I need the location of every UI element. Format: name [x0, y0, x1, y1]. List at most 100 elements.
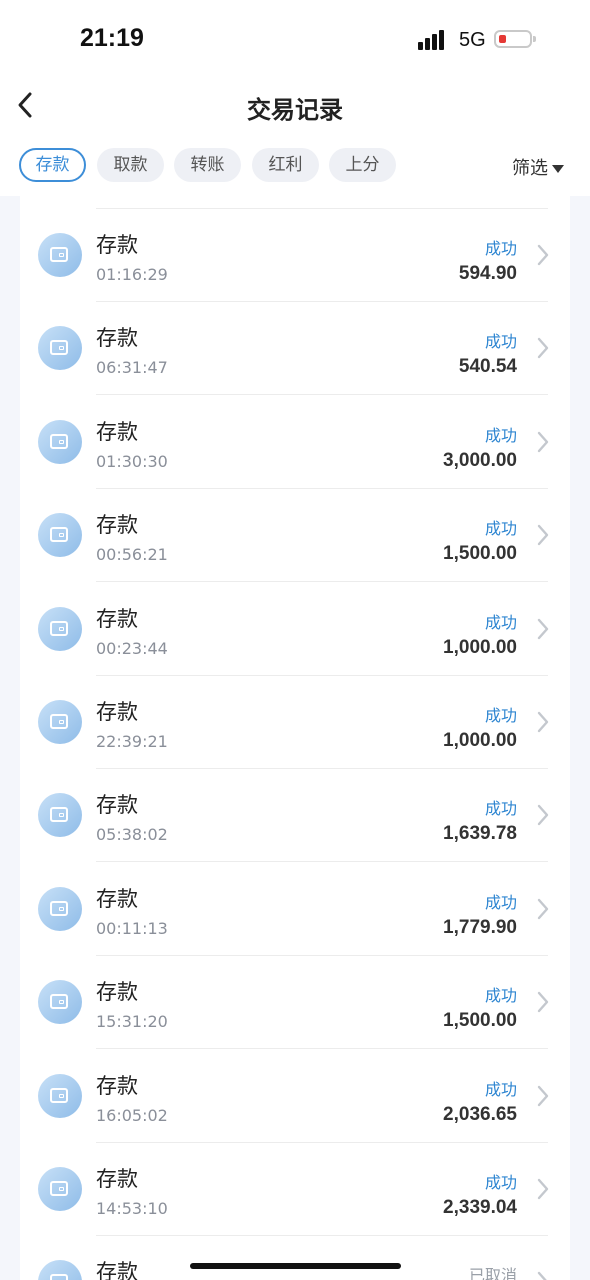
transaction-type: 存款 [96, 326, 138, 351]
tab-deposit[interactable]: 存款 [19, 148, 86, 182]
transaction-amount: 1,639.78 [443, 823, 517, 845]
wallet-icon [38, 1167, 82, 1211]
transaction-time: 01:30:30 [96, 451, 168, 471]
chevron-right-icon [536, 710, 550, 734]
transaction-time: 05:38:02 [96, 825, 168, 845]
transaction-status: 成功 [484, 1173, 517, 1192]
chevron-right-icon [536, 990, 550, 1014]
battery-icon [494, 30, 536, 48]
transaction-list: 存款 01:16:29 成功 594.90 存款 06:31:47 成功 540.54 存款 01… [20, 196, 570, 1280]
transaction-row[interactable]: 存款 06:31:47 成功 540.54 [20, 302, 570, 396]
chevron-right-icon [536, 617, 550, 641]
transaction-status: 成功 [484, 1079, 517, 1099]
transaction-status: 成功 [484, 425, 517, 445]
transaction-amount: 1,500.00 [443, 543, 517, 565]
page-title: 交易记录 [247, 96, 343, 124]
transaction-time: 00:56:21 [96, 545, 168, 565]
chevron-right-icon [536, 897, 550, 921]
transaction-time: 00:23:44 [96, 638, 168, 658]
nav-header: 交易记录 [0, 78, 590, 134]
transaction-amount: 540.54 [458, 356, 517, 378]
transaction-row[interactable]: 存款 00:23:44 成功 1,000.00 [20, 583, 570, 676]
transaction-row[interactable]: 存款 01:16:29 成功 594.90 [20, 209, 570, 302]
transaction-type: 存款 [96, 793, 138, 818]
filter-tabs: 存款 取款 转账 红利 上分 筛选 [0, 134, 590, 196]
transaction-amount: 1,500.00 [443, 1010, 517, 1032]
transaction-amount: 1,779.90 [443, 916, 517, 938]
wallet-icon [38, 606, 82, 651]
transaction-status: 成功 [484, 799, 517, 819]
transaction-time: 01:16:29 [96, 265, 168, 284]
transaction-status: 成功 [484, 239, 517, 258]
wallet-icon [38, 419, 82, 464]
transaction-amount: 2,036.65 [443, 1103, 517, 1125]
transaction-time: 15:31:20 [96, 1012, 168, 1032]
network-type: 5G [459, 29, 486, 51]
transaction-time: 16:05:02 [96, 1105, 168, 1125]
wallet-icon [38, 233, 82, 277]
tab-transfer[interactable]: 转账 [174, 148, 241, 182]
wallet-icon [38, 326, 82, 371]
transaction-row[interactable]: 存款 00:56:21 成功 1,500.00 [20, 489, 570, 583]
transaction-type: 存款 [96, 513, 138, 538]
transaction-status: 成功 [484, 706, 517, 725]
transaction-status: 成功 [484, 892, 517, 912]
transaction-row[interactable]: 存款 15:31:20 成功 1,500.00 [20, 956, 570, 1050]
status-bar: 21:19 5G [0, 0, 590, 78]
home-indicator [190, 1263, 401, 1269]
transaction-type: 存款 [96, 700, 138, 724]
chevron-right-icon [536, 1270, 550, 1280]
transaction-status: 已取消 [468, 1266, 517, 1280]
transaction-row[interactable]: 存款 已取消 [20, 1236, 570, 1280]
status-time: 21:19 [80, 24, 144, 52]
transaction-time: 00:11:13 [96, 918, 168, 938]
transaction-row[interactable]: 存款 14:53:10 成功 2,339.04 [20, 1143, 570, 1236]
caret-down-icon [552, 165, 564, 173]
transaction-row[interactable]: 存款 00:11:13 成功 1,779.90 [20, 863, 570, 956]
wallet-icon [38, 793, 82, 838]
chevron-right-icon [536, 1177, 550, 1201]
filter-button[interactable]: 筛选 [512, 154, 564, 180]
transaction-row[interactable]: 存款 16:05:02 成功 2,036.65 [20, 1050, 570, 1143]
transaction-type: 存款 [96, 1167, 138, 1191]
wallet-icon [38, 980, 82, 1025]
transaction-row[interactable]: 存款 22:39:21 成功 1,000.00 [20, 676, 570, 769]
transaction-amount: 594.90 [458, 263, 517, 284]
tab-bonus[interactable]: 红利 [252, 148, 319, 182]
wallet-icon [38, 1073, 82, 1118]
transaction-row[interactable]: 存款 05:38:02 成功 1,639.78 [20, 769, 570, 863]
transaction-type: 存款 [96, 233, 138, 257]
transaction-type: 存款 [96, 980, 138, 1005]
transaction-time: 22:39:21 [96, 732, 168, 751]
wallet-icon [38, 886, 82, 931]
transaction-amount: 1,000.00 [443, 636, 517, 658]
transaction-type: 存款 [96, 1260, 138, 1280]
transaction-status: 成功 [484, 332, 517, 352]
transaction-status: 成功 [484, 519, 517, 539]
transaction-amount: 3,000.00 [443, 449, 517, 471]
transaction-amount: 2,339.04 [443, 1197, 517, 1218]
filter-label: 筛选 [512, 158, 548, 179]
transaction-time: 14:53:10 [96, 1199, 168, 1218]
signal-icon [418, 28, 450, 50]
chevron-right-icon [536, 523, 550, 547]
chevron-right-icon [536, 430, 550, 454]
transaction-type: 存款 [96, 1073, 138, 1098]
transaction-time: 06:31:47 [96, 358, 168, 378]
chevron-right-icon [536, 243, 550, 267]
transaction-row[interactable]: 存款 01:30:30 成功 3,000.00 [20, 396, 570, 489]
transaction-status: 成功 [484, 986, 517, 1006]
tab-credit[interactable]: 上分 [329, 148, 396, 182]
wallet-icon [38, 513, 82, 558]
transaction-amount: 1,000.00 [443, 730, 517, 751]
chevron-right-icon [536, 803, 550, 827]
transaction-type: 存款 [96, 606, 138, 631]
transaction-type: 存款 [96, 886, 138, 911]
transaction-type: 存款 [96, 419, 138, 444]
tab-withdraw[interactable]: 取款 [97, 148, 164, 182]
chevron-right-icon [536, 336, 550, 360]
transaction-status: 成功 [484, 612, 517, 632]
chevron-right-icon [536, 1084, 550, 1108]
wallet-icon [38, 700, 82, 744]
wallet-icon [38, 1260, 82, 1280]
